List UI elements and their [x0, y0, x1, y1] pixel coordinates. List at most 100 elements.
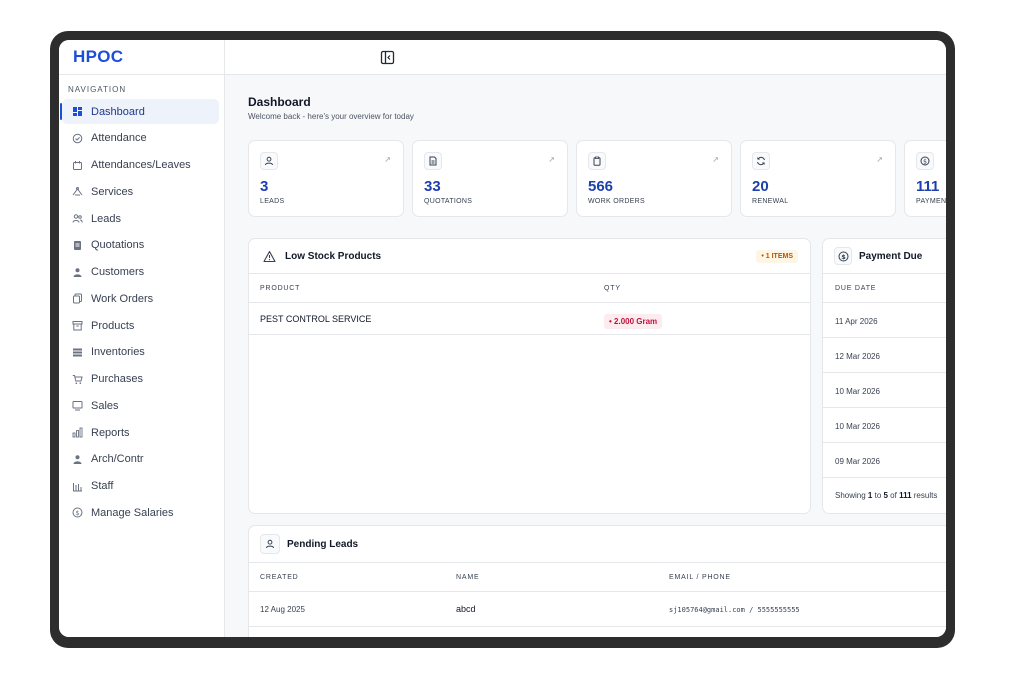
dollar-circle-icon: $ [71, 507, 83, 519]
staff-chart-icon [71, 480, 83, 492]
dollar-circle-icon: $ [916, 152, 934, 170]
pending-leads-title: Pending Leads [287, 538, 359, 550]
sidebar-item-label: Services [91, 185, 134, 198]
low-stock-title: Low Stock Products [285, 250, 382, 262]
sidebar-item-staff[interactable]: Staff [62, 474, 219, 499]
sidebar-item-quotations[interactable]: Quotations [62, 233, 219, 258]
stat-card-work-orders[interactable]: ↗ 566 WORK ORDERS [576, 140, 732, 217]
stat-card-leads[interactable]: ↗ 3 LEADS [248, 140, 404, 217]
sidebar-item-label: Customers [91, 266, 145, 278]
table-row[interactable]: 10 Mar 2026 [823, 373, 946, 408]
stat-value: 20 [752, 178, 769, 195]
sidebar: HPOC NAVIGATION Dashboard Attendance Atten… [59, 40, 225, 637]
sidebar-item-customers[interactable]: Customers [62, 260, 219, 285]
sidebar-item-label: Staff [91, 480, 114, 492]
table-row[interactable]: 10 Mar 2026 [823, 408, 946, 443]
sidebar-item-inventories[interactable]: Inventories [62, 340, 219, 365]
brand-header: HPOC [59, 40, 224, 75]
table-row[interactable]: 09 Mar 2026 [823, 443, 946, 478]
svg-text:$: $ [75, 509, 79, 517]
sidebar-item-manage-salaries[interactable]: $ Manage Salaries [62, 500, 219, 525]
sidebar-item-label: Manage Salaries [91, 506, 174, 519]
col-created: CREATED [260, 574, 299, 581]
sidebar-item-work-orders[interactable]: Work Orders [62, 286, 219, 311]
sidebar-item-services[interactable]: Services [62, 179, 219, 204]
col-name: NAME [456, 574, 480, 581]
sidebar-item-reports[interactable]: Reports [62, 420, 219, 445]
nav-list: Dashboard Attendance Attendances/Leaves Ser… [59, 99, 224, 525]
due-date: 11 Apr 2026 [835, 317, 878, 326]
warning-triangle-icon [260, 247, 278, 265]
sidebar-item-label: Reports [91, 426, 130, 439]
pending-leads-card: Pending Leads CREATED NAME EMAIL / PHONE… [248, 525, 946, 637]
sidebar-item-label: Products [91, 319, 135, 332]
due-date: 10 Mar 2026 [835, 422, 880, 431]
svg-text:$: $ [841, 253, 846, 261]
sidebar-item-label: Work Orders [91, 292, 154, 305]
product-name: PEST CONTROL SERVICE [260, 314, 372, 324]
arrow-up-right-icon: ↗ [548, 155, 555, 164]
lead-name: abcd [456, 604, 476, 614]
sidebar-toggle-button[interactable] [380, 50, 395, 65]
low-stock-header: Low Stock Products • 1 ITEMS [249, 239, 810, 274]
col-product: PRODUCT [260, 285, 301, 292]
stat-card-payments[interactable]: $↗111PAYMENTS [904, 140, 946, 217]
table-row[interactable]: 12 Mar 2026 [823, 338, 946, 373]
pagination-summary: Showing 1 to 5 of 111 results [823, 478, 946, 500]
sidebar-item-products[interactable]: Products [62, 313, 219, 338]
stat-label: WORK ORDERS [588, 198, 645, 205]
arrow-up-right-icon: ↗ [384, 155, 391, 164]
archive-icon [71, 320, 83, 332]
stat-card-renewal[interactable]: ↗ 20 RENEWAL [740, 140, 896, 217]
sidebar-item-label: Attendance [91, 132, 147, 145]
sidebar-item-attendances-leaves[interactable]: Attendances/Leaves [62, 153, 219, 178]
page-title: Dashboard [248, 95, 311, 109]
pagination-results: results [911, 491, 938, 500]
brand-logo[interactable]: HPOC [73, 47, 123, 67]
user-icon [71, 266, 83, 278]
payment-due-card: $ Payment Due DUE DATE 11 Apr 2026 12 Mar… [822, 238, 946, 514]
sidebar-item-label: Attendances/Leaves [91, 159, 191, 171]
sidebar-item-attendance[interactable]: Attendance [62, 126, 219, 151]
payment-due-title: Payment Due [859, 250, 923, 262]
arrow-up-right-icon: ↗ [712, 155, 719, 164]
refresh-icon [752, 152, 770, 170]
stat-card-quotations[interactable]: ↗ 33 QUOTATIONS [412, 140, 568, 217]
topbar [225, 40, 946, 75]
sidebar-item-label: Dashboard [91, 105, 145, 118]
dollar-circle-icon: $ [834, 247, 852, 265]
stat-label: QUOTATIONS [424, 198, 473, 205]
nav-heading: NAVIGATION [68, 85, 127, 94]
document-icon [71, 239, 83, 251]
list-icon [71, 346, 83, 358]
col-email-phone: EMAIL / PHONE [669, 574, 731, 581]
table-row[interactable]: 12 Aug 2025 abcd sj105764@gmail.com / 55… [249, 592, 946, 627]
sidebar-item-arch-contr[interactable]: Arch/Contr [62, 447, 219, 472]
pagination-showing: Showing [835, 491, 868, 500]
sidebar-collapse-icon [380, 50, 395, 65]
dashboard-icon [71, 106, 83, 118]
payment-due-table-header: DUE DATE [823, 274, 946, 303]
cart-icon [71, 373, 83, 385]
app-screen: HPOC NAVIGATION Dashboard Attendance Atten… [59, 40, 946, 637]
pending-leads-table-header: CREATED NAME EMAIL / PHONE [249, 563, 946, 592]
sidebar-item-leads[interactable]: Leads [62, 206, 219, 231]
lead-contact: sj105764@gmail.com / 5555555555 [669, 606, 800, 614]
sidebar-item-dashboard[interactable]: Dashboard [60, 99, 219, 124]
user-icon [71, 453, 83, 465]
monitor-icon [71, 400, 83, 412]
sidebar-item-label: Leads [91, 212, 121, 225]
table-row[interactable]: PEST CONTROL SERVICE • 2.000 Gram [249, 303, 810, 335]
arrow-up-right-icon: ↗ [876, 155, 883, 164]
copy-icon [71, 293, 83, 305]
sidebar-item-purchases[interactable]: Purchases [62, 367, 219, 392]
check-circle-icon [71, 132, 83, 144]
calendar-icon [71, 159, 83, 171]
main-content: Dashboard Welcome back - here's your ove… [225, 76, 946, 637]
table-row[interactable]: 11 Apr 2026 [823, 303, 946, 338]
stat-value: 566 [588, 178, 614, 195]
sidebar-item-sales[interactable]: Sales [62, 393, 219, 418]
svg-text:$: $ [923, 158, 927, 165]
low-stock-table-header: PRODUCT QTY [249, 274, 810, 303]
pagination-to-word: to [872, 491, 884, 500]
